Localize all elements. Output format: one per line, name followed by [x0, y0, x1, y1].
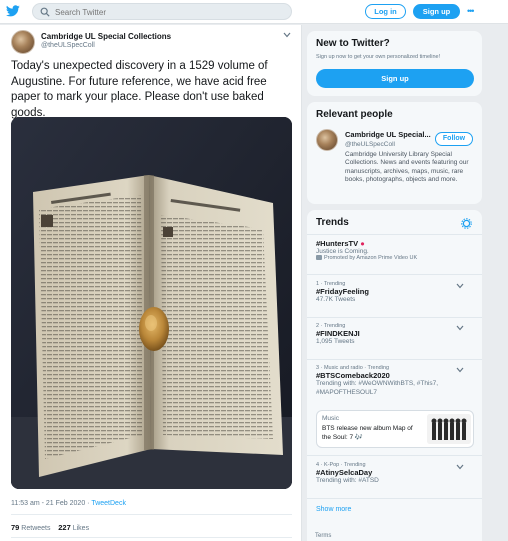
trends-title: Trends — [316, 217, 349, 228]
chevron-down-icon[interactable] — [456, 325, 464, 331]
trend-item[interactable]: 2 · Trending #FINDKENJI 1,095 Tweets — [316, 323, 474, 345]
trend-related-tags: Trending with: #WeOWNWithBTS, #This7, #M… — [316, 380, 439, 396]
trends-card: Trends #HuntersTV ● Justice is Coming. P… — [307, 210, 482, 541]
trend-item[interactable]: 4 · K-Pop · Trending #AtinySelcaDay Tren… — [316, 462, 474, 484]
sidebar-signup-button[interactable]: Sign up — [316, 69, 474, 88]
retweets-label[interactable]: Retweets — [21, 525, 50, 532]
tweet-date[interactable]: 21 Feb 2020 — [46, 500, 85, 507]
tweet-photo[interactable] — [11, 117, 292, 489]
chevron-down-icon[interactable] — [456, 464, 464, 470]
promoted-icon — [316, 255, 322, 261]
twitter-bird-icon[interactable] — [6, 5, 20, 17]
author-handle[interactable]: @theULSpecColl — [41, 42, 95, 49]
divider — [307, 359, 482, 360]
divider — [11, 514, 292, 515]
heart-icon: ● — [360, 239, 365, 248]
more-options-icon[interactable]: ••• — [467, 6, 475, 16]
new-to-twitter-subtitle: Sign up now to get your own personalized… — [316, 54, 441, 60]
new-to-twitter-title: New to Twitter? — [316, 38, 390, 49]
top-navigation-bar: Log in Sign up ••• — [0, 0, 508, 24]
chevron-down-icon[interactable] — [283, 32, 291, 38]
show-more-link[interactable]: Show more — [316, 506, 351, 513]
relevant-person-handle[interactable]: @theULSpecColl — [345, 141, 395, 148]
trend-news-card[interactable]: Music BTS release new album Map of the S… — [316, 410, 474, 448]
trend-name[interactable]: #HuntersTV ● — [316, 239, 474, 248]
divider — [307, 498, 482, 499]
likes-label[interactable]: Likes — [73, 525, 89, 532]
follow-button[interactable]: Follow — [435, 132, 473, 146]
author-avatar[interactable] — [11, 30, 35, 54]
tweet-stats: 79 Retweets 227 Likes — [11, 523, 89, 532]
trend-item-promoted[interactable]: #HuntersTV ● Justice is Coming. Promoted… — [316, 239, 474, 261]
news-card-headline: BTS release new album Map of the Soul: 7… — [322, 425, 413, 441]
news-card-category: Music — [322, 415, 339, 422]
open-book-image — [11, 117, 292, 489]
relevant-people-card: Relevant people Cambridge UL Special... … — [307, 102, 482, 204]
gear-icon[interactable] — [461, 218, 472, 229]
login-button[interactable]: Log in — [365, 4, 406, 19]
chevron-down-icon[interactable] — [456, 367, 464, 373]
divider — [307, 455, 482, 456]
trend-name[interactable]: #BTSComeback2020 — [316, 371, 474, 380]
trend-item[interactable]: 1 · Trending #FridayFeeling 47.7K Tweets — [316, 281, 474, 303]
author-name[interactable]: Cambridge UL Special Collections — [41, 32, 171, 41]
avatar[interactable] — [316, 129, 338, 151]
terms-link[interactable]: Terms — [315, 533, 331, 539]
signup-button[interactable]: Sign up — [413, 4, 460, 19]
trend-description: Justice is Coming. — [316, 248, 369, 255]
divider — [307, 274, 482, 275]
search-bar[interactable] — [32, 3, 292, 20]
promoted-label: Promoted by Amazon Prime Video UK — [316, 255, 474, 261]
trend-tweet-count: 1,095 Tweets — [316, 338, 355, 345]
chevron-down-icon[interactable] — [456, 283, 464, 289]
tweet-timestamp: 11:53 am - 21 Feb 2020 · TweetDeck — [11, 500, 126, 507]
relevant-person-name[interactable]: Cambridge UL Special... — [345, 130, 431, 139]
divider — [307, 317, 482, 318]
tweet-source-link[interactable]: TweetDeck — [91, 500, 126, 507]
trend-name[interactable]: #FINDKENJI — [316, 329, 474, 338]
divider — [11, 537, 292, 538]
trend-tweet-count: 47.7K Tweets — [316, 296, 356, 303]
tweet-text: Today's unexpected discovery in a 1529 v… — [11, 60, 268, 119]
likes-count[interactable]: 227 — [58, 523, 71, 532]
tweet-card: Cambridge UL Special Collections @theULS… — [0, 25, 302, 541]
trend-related-tags: Trending with: #ATSD — [316, 477, 379, 484]
news-card-thumbnail — [427, 414, 471, 444]
search-icon — [40, 7, 50, 17]
relevant-person-bio: Cambridge University Library Special Col… — [345, 151, 469, 184]
trend-name[interactable]: #AtinySelcaDay — [316, 468, 474, 477]
trend-item[interactable]: 3 · Music and radio · Trending #BTSComeb… — [316, 365, 474, 397]
new-to-twitter-card: New to Twitter? Sign up now to get your … — [307, 31, 482, 96]
divider — [307, 234, 482, 235]
relevant-people-title: Relevant people — [316, 109, 393, 120]
tweet-time[interactable]: 11:53 am — [11, 500, 40, 507]
trend-name[interactable]: #FridayFeeling — [316, 287, 474, 296]
retweets-count[interactable]: 79 — [11, 523, 19, 532]
search-input[interactable] — [55, 5, 285, 19]
